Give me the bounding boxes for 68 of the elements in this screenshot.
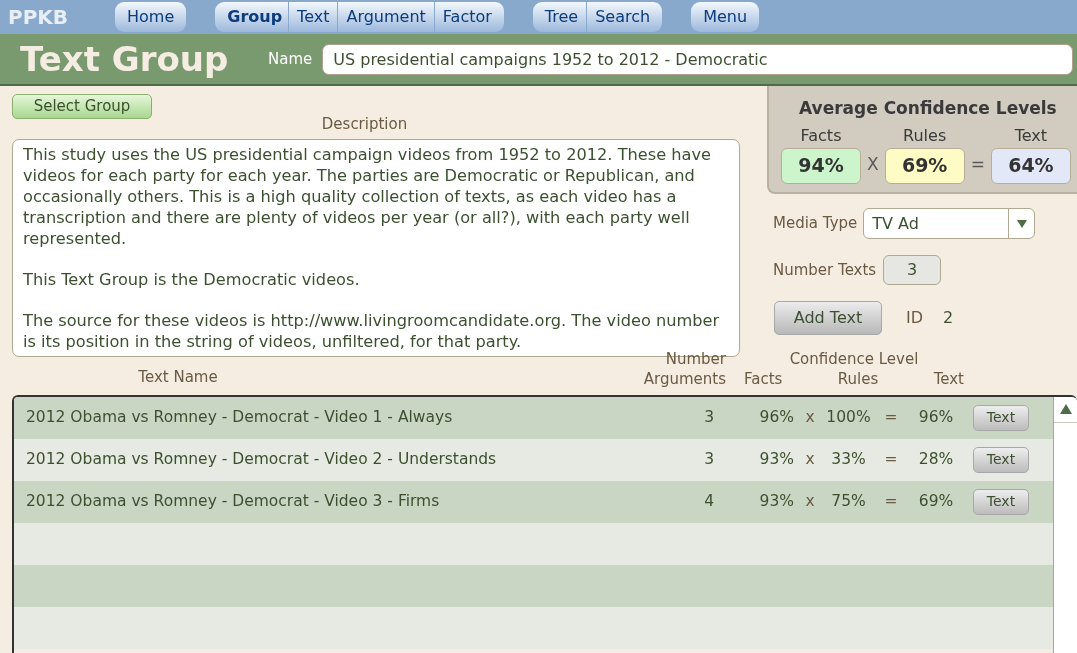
column-header: Text Name [137,367,219,388]
name-label: Name [268,48,313,70]
operator-symbol: x [804,448,816,470]
text-cell-text: 96% [917,406,955,428]
select-group-button[interactable]: Select Group [12,94,152,119]
nav-tab[interactable]: Menu [691,2,761,32]
rules-cell-text: 100% [826,406,871,428]
column-header: Text [933,368,964,389]
rules-cell-text: 33% [830,448,867,470]
id-label: ID [906,307,924,329]
text-button[interactable]: Text [973,404,1029,431]
arguments-cell-text: 4 [703,490,714,512]
text-name-cell-text: 2012 Obama vs Romney - Democrat - Video 1 - Always [25,406,454,428]
text-button[interactable]: Text [973,446,1029,473]
scrollbar[interactable] [1053,396,1077,653]
id-value: 2 [943,307,954,329]
nav-tab[interactable]: Tree [532,2,588,32]
description-paragraph: This Text Group is the Democratic videos. [23,269,361,290]
facts-cell-text: 96% [758,406,794,428]
nav-tab[interactable]: Factor [434,2,505,32]
media-type-dropdown[interactable]: TV Ad [863,208,1036,239]
table-row[interactable]: 2012 Obama vs Romney - Democrat - Video 1 - Always 3 96% x 100% = 96% Text [14,396,1053,439]
text-cell-text: 69% [917,490,955,512]
add-text-button[interactable]: Add Text [774,301,882,335]
text-cell-text: 28% [917,448,955,470]
average-value: 94% [781,147,861,184]
average-title: Average Confidence Levels [799,97,1058,120]
nav-tab[interactable]: Home [115,2,188,32]
average-label: Rules [903,124,947,147]
media-type-label: Media Type [773,213,858,235]
nav-tab[interactable]: Text [289,2,339,32]
operator-symbol: = [970,153,985,176]
arguments-cell-text: 3 [703,406,714,428]
text-name-cell-text: 2012 Obama vs Romney - Democrat - Video 3 - Firms [25,490,441,512]
average-label: Facts [800,124,842,147]
average-value: 64% [990,147,1071,184]
column-header: Arguments [643,368,726,389]
operator-symbol: X [867,153,879,176]
operator-symbol: = [883,448,899,470]
rules-cell-text: 75% [830,490,867,512]
description-paragraph: This study uses the US presidential campaign videos from 1952 to 2012. These have videos for each party for each year. The parties are Democratic or Republican, and occasionally others. This is a high quality collection of texts, as each video has a transcription and there are plenty of videos per year (or all?), with each party well represented. [23,144,712,249]
text-button[interactable]: Text [973,488,1029,515]
table-row[interactable]: 2012 Obama vs Romney - Democrat - Video 3 - Firms 4 93% x 75% = 69% Text [14,480,1053,523]
dropdown-caret-icon [1016,219,1027,228]
nav-tab[interactable]: Group [215,2,290,32]
column-header: Facts [744,368,783,389]
operator-symbol: = [883,406,899,428]
operator-symbol: x [804,406,816,428]
name-field[interactable]: US presidential campaigns 1952 to 2012 - Democratic [322,43,1073,75]
page-title: Text Group [20,37,230,81]
table-row[interactable]: 2012 Obama vs Romney - Democrat - Video 2 - Understands 3 93% x 33% = 28% Text [14,438,1053,481]
column-header: Confidence Level [789,348,919,369]
facts-cell-text: 93% [758,448,794,470]
operator-symbol: x [804,490,816,512]
average-value: 69% [884,147,965,184]
number-texts-label: Number Texts [773,259,877,281]
column-header: Rules [837,368,879,389]
scroll-up-icon[interactable] [1059,404,1072,414]
operator-symbol: = [883,490,899,512]
facts-cell-text: 93% [758,490,794,512]
description-label: Description [321,113,408,135]
number-texts-field: 3 [883,255,942,285]
nav-tab[interactable]: Argument [338,2,435,32]
arguments-cell-text: 3 [703,448,714,470]
average-label: Text [1014,124,1048,147]
nav-tab[interactable]: Search [587,2,664,32]
brand-logo: PPKB [8,4,70,31]
text-name-cell-text: 2012 Obama vs Romney - Democrat - Video 2 - Understands [25,448,498,470]
